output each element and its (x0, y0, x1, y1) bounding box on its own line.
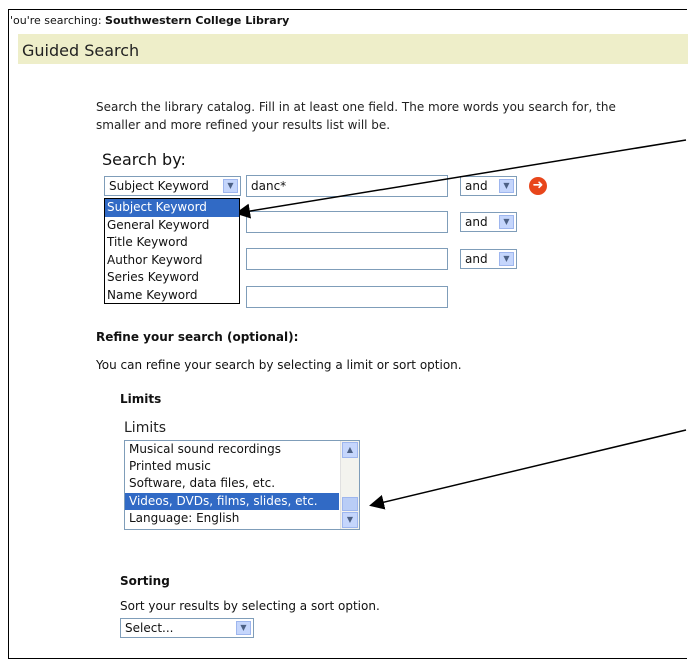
dropdown-option[interactable]: Subject Keyword (105, 199, 239, 217)
annotation-arrows (235, 139, 687, 510)
dropdown-option[interactable]: Series Keyword (105, 269, 239, 287)
callout-arrow-dropdown (235, 139, 687, 219)
dropdown-option[interactable]: Author Keyword (105, 252, 239, 270)
dropdown-option[interactable]: General Keyword (105, 217, 239, 235)
dropdown-option[interactable]: Title Keyword (105, 234, 239, 252)
field-type-dropdown-list[interactable]: Subject Keyword General Keyword Title Ke… (104, 198, 240, 304)
callout-arrow-limits (369, 429, 687, 510)
dropdown-option[interactable]: Name Keyword (105, 287, 239, 305)
